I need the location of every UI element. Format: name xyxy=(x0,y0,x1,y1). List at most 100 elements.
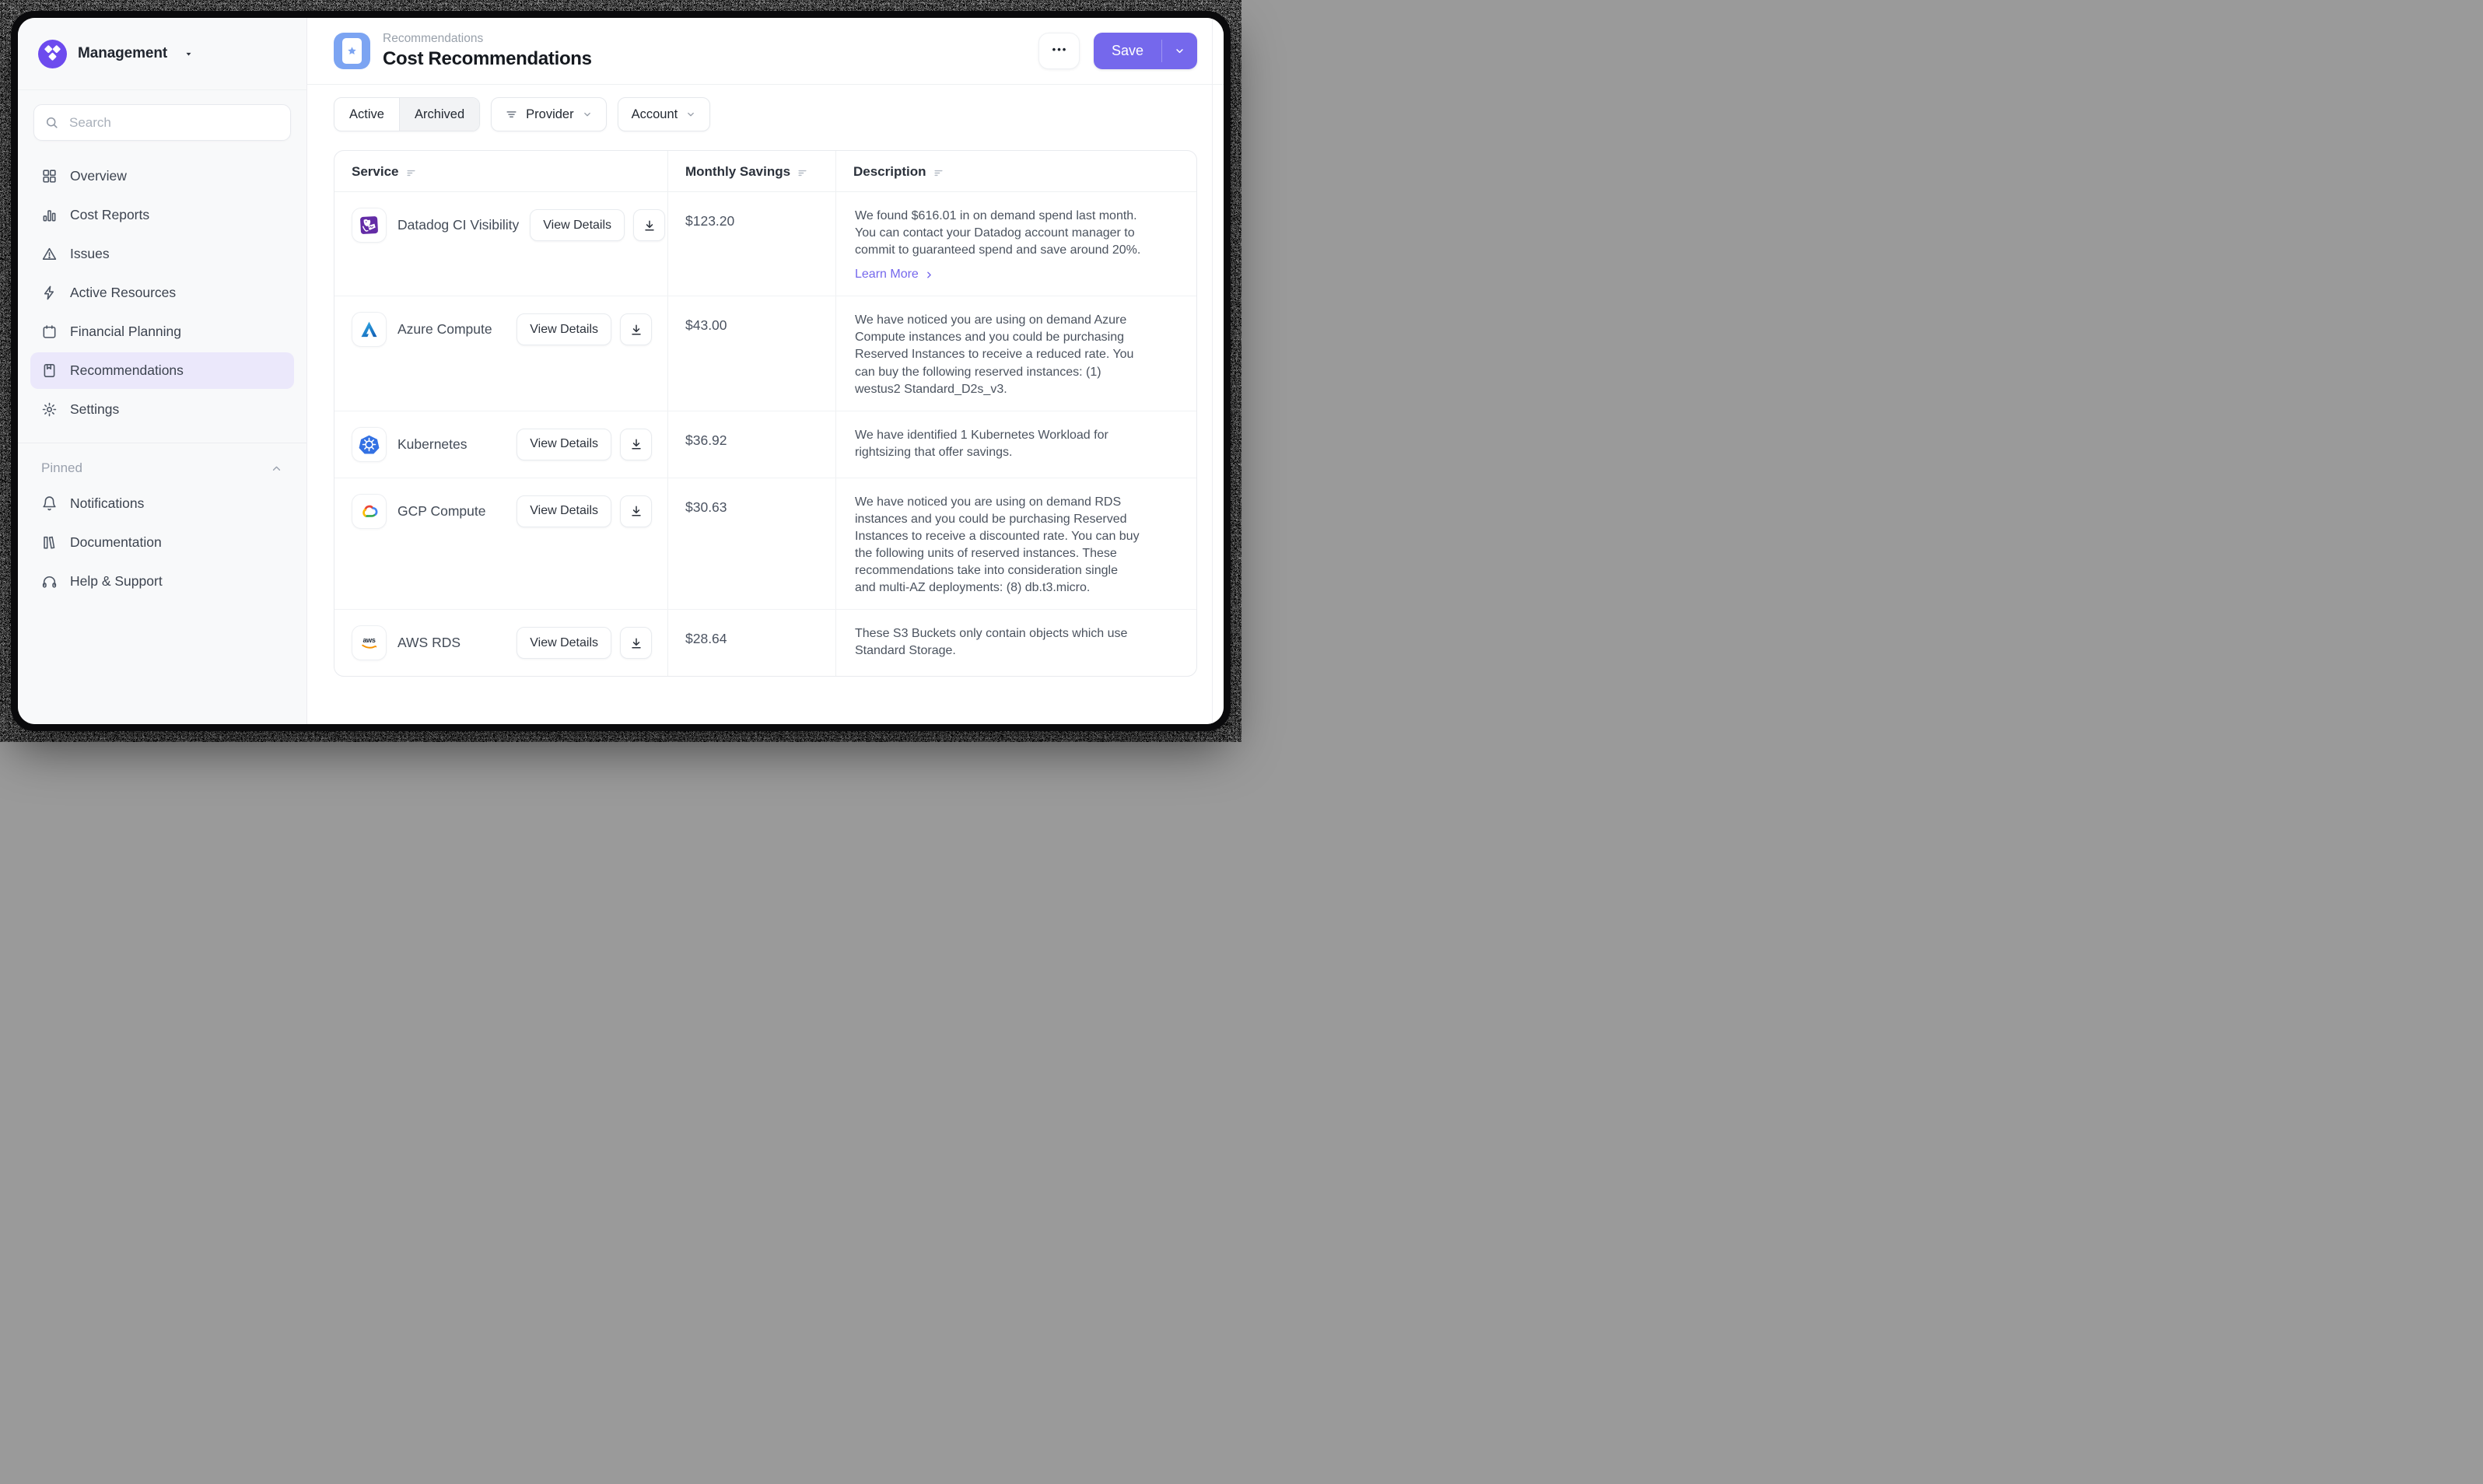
description-cell: We found $616.01 in on demand spend last… xyxy=(835,192,1196,296)
monthly-savings-value: $30.63 xyxy=(667,478,835,609)
service-actions: View Details xyxy=(530,209,665,241)
chevron-down-icon xyxy=(582,109,593,120)
download-button[interactable] xyxy=(620,313,652,345)
service-name: AWS RDS xyxy=(397,635,461,651)
chevron-right-icon xyxy=(924,270,934,280)
sidebar-item-label: Notifications xyxy=(70,495,144,512)
column-header-description[interactable]: Description xyxy=(835,151,1196,191)
bolt-icon xyxy=(41,285,58,301)
filter-bar: ActiveArchived Provider Account xyxy=(307,85,1224,145)
table-row: Datadog CI VisibilityView Details$123.20… xyxy=(334,192,1196,296)
gcp-logo-icon xyxy=(352,494,387,529)
tab-archived[interactable]: Archived xyxy=(399,98,479,131)
svg-text:aws: aws xyxy=(363,636,376,644)
sidebar-item-documentation[interactable]: Documentation xyxy=(30,524,294,561)
description-text: These S3 Buckets only contain objects wh… xyxy=(855,625,1142,660)
sidebar-item-label: Documentation xyxy=(70,534,162,551)
column-header-service[interactable]: Service xyxy=(334,151,667,191)
learn-more-label: Learn More xyxy=(855,266,919,283)
service-cell: Datadog CI VisibilityView Details xyxy=(334,192,667,258)
service-cell: Kubernetes View Details xyxy=(334,411,667,478)
download-button[interactable] xyxy=(620,495,652,527)
datadog-logo-icon xyxy=(352,208,387,243)
account-filter-label: Account xyxy=(632,107,678,122)
grid-icon xyxy=(41,168,58,184)
service-name: Kubernetes xyxy=(397,436,468,453)
page-header: Recommendations Cost Recommendations •••… xyxy=(307,18,1224,84)
download-button[interactable] xyxy=(620,429,652,460)
table-row: GCP ComputeView Details$30.63We have not… xyxy=(334,478,1196,610)
table-row: awsAWS RDSView Details$28.64These S3 Buc… xyxy=(334,610,1196,676)
more-options-button[interactable]: ••• xyxy=(1038,33,1080,69)
scrollbar-track[interactable] xyxy=(1212,18,1213,724)
sidebar-item-help-support[interactable]: Help & Support xyxy=(30,563,294,600)
save-split-button: Save xyxy=(1094,33,1197,69)
sidebar-item-cost-reports[interactable]: Cost Reports xyxy=(30,197,294,233)
pinned-label: Pinned xyxy=(41,460,82,476)
search-input[interactable] xyxy=(33,104,291,141)
workspace-name: Management xyxy=(78,45,167,62)
bookmark-icon xyxy=(41,362,58,379)
sidebar-item-label: Issues xyxy=(70,246,110,262)
service-cell: GCP ComputeView Details xyxy=(334,478,667,544)
service-actions: View Details xyxy=(517,313,652,345)
book-icon xyxy=(41,534,58,551)
service-actions: View Details xyxy=(517,627,652,659)
column-header-monthly-savings[interactable]: Monthly Savings xyxy=(667,151,835,191)
description-cell: We have noticed you are using on demand … xyxy=(835,478,1196,609)
pinned-nav: Notifications Documentation Help & Support xyxy=(18,484,306,602)
view-details-button[interactable]: View Details xyxy=(517,429,611,460)
status-tabs: ActiveArchived xyxy=(334,97,480,131)
bar-chart-icon xyxy=(41,207,58,223)
chevron-down-icon xyxy=(1174,45,1185,57)
column-label: Description xyxy=(853,164,926,180)
azure-logo-icon xyxy=(352,312,387,347)
sidebar-item-settings[interactable]: Settings xyxy=(30,391,294,428)
caret-down-icon xyxy=(184,50,193,58)
view-details-button[interactable]: View Details xyxy=(530,209,625,241)
warning-triangle-icon xyxy=(41,246,58,262)
sort-icon xyxy=(406,168,416,178)
sidebar-item-active-resources[interactable]: Active Resources xyxy=(30,275,294,311)
view-details-button[interactable]: View Details xyxy=(517,495,611,527)
download-button[interactable] xyxy=(620,627,652,659)
learn-more-link[interactable]: Learn More xyxy=(855,266,934,283)
sidebar-item-recommendations[interactable]: Recommendations xyxy=(30,352,294,389)
sidebar-item-label: Recommendations xyxy=(70,362,184,379)
sidebar-item-notifications[interactable]: Notifications xyxy=(30,485,294,522)
monthly-savings-value: $43.00 xyxy=(667,296,835,410)
calendar-icon xyxy=(41,324,58,340)
service-actions: View Details xyxy=(517,429,652,460)
sidebar-item-financial-planning[interactable]: Financial Planning xyxy=(30,313,294,350)
page-header-left: Recommendations Cost Recommendations xyxy=(334,32,592,70)
sidebar-item-label: Overview xyxy=(70,168,127,184)
sidebar-item-issues[interactable]: Issues xyxy=(30,236,294,272)
pinned-section-header[interactable]: Pinned xyxy=(18,460,306,476)
aws-logo-icon: aws xyxy=(352,625,387,660)
view-details-button[interactable]: View Details xyxy=(517,313,611,345)
sidebar-nav: Overview Cost Reports Issues Active Resourc… xyxy=(18,147,306,430)
description-text: We have noticed you are using on demand … xyxy=(855,494,1142,597)
table-header-row: ServiceMonthly Savings Description xyxy=(334,151,1196,192)
description-cell: These S3 Buckets only contain objects wh… xyxy=(835,610,1196,676)
sidebar-item-label: Cost Reports xyxy=(70,207,149,223)
save-dropdown-button[interactable] xyxy=(1162,33,1197,69)
breadcrumb: Recommendations xyxy=(383,32,592,46)
workspace-logo-icon xyxy=(38,40,67,68)
description-cell: We have identified 1 Kubernetes Workload… xyxy=(835,411,1196,478)
description-text: We have identified 1 Kubernetes Workload… xyxy=(855,427,1142,461)
page-icon xyxy=(334,33,370,69)
sort-icon xyxy=(933,168,944,178)
sidebar-item-overview[interactable]: Overview xyxy=(30,158,294,194)
account-filter-button[interactable]: Account xyxy=(618,97,711,131)
provider-filter-button[interactable]: Provider xyxy=(491,97,606,131)
download-button[interactable] xyxy=(633,209,665,241)
description-cell: We have noticed you are using on demand … xyxy=(835,296,1196,410)
kubernetes-logo-icon xyxy=(352,427,387,462)
save-button[interactable]: Save xyxy=(1094,33,1161,69)
monthly-savings-value: $36.92 xyxy=(667,411,835,478)
view-details-button[interactable]: View Details xyxy=(517,627,611,659)
tab-active[interactable]: Active xyxy=(334,98,399,131)
workspace-switcher[interactable]: Management xyxy=(18,18,306,90)
bell-icon xyxy=(41,495,58,512)
